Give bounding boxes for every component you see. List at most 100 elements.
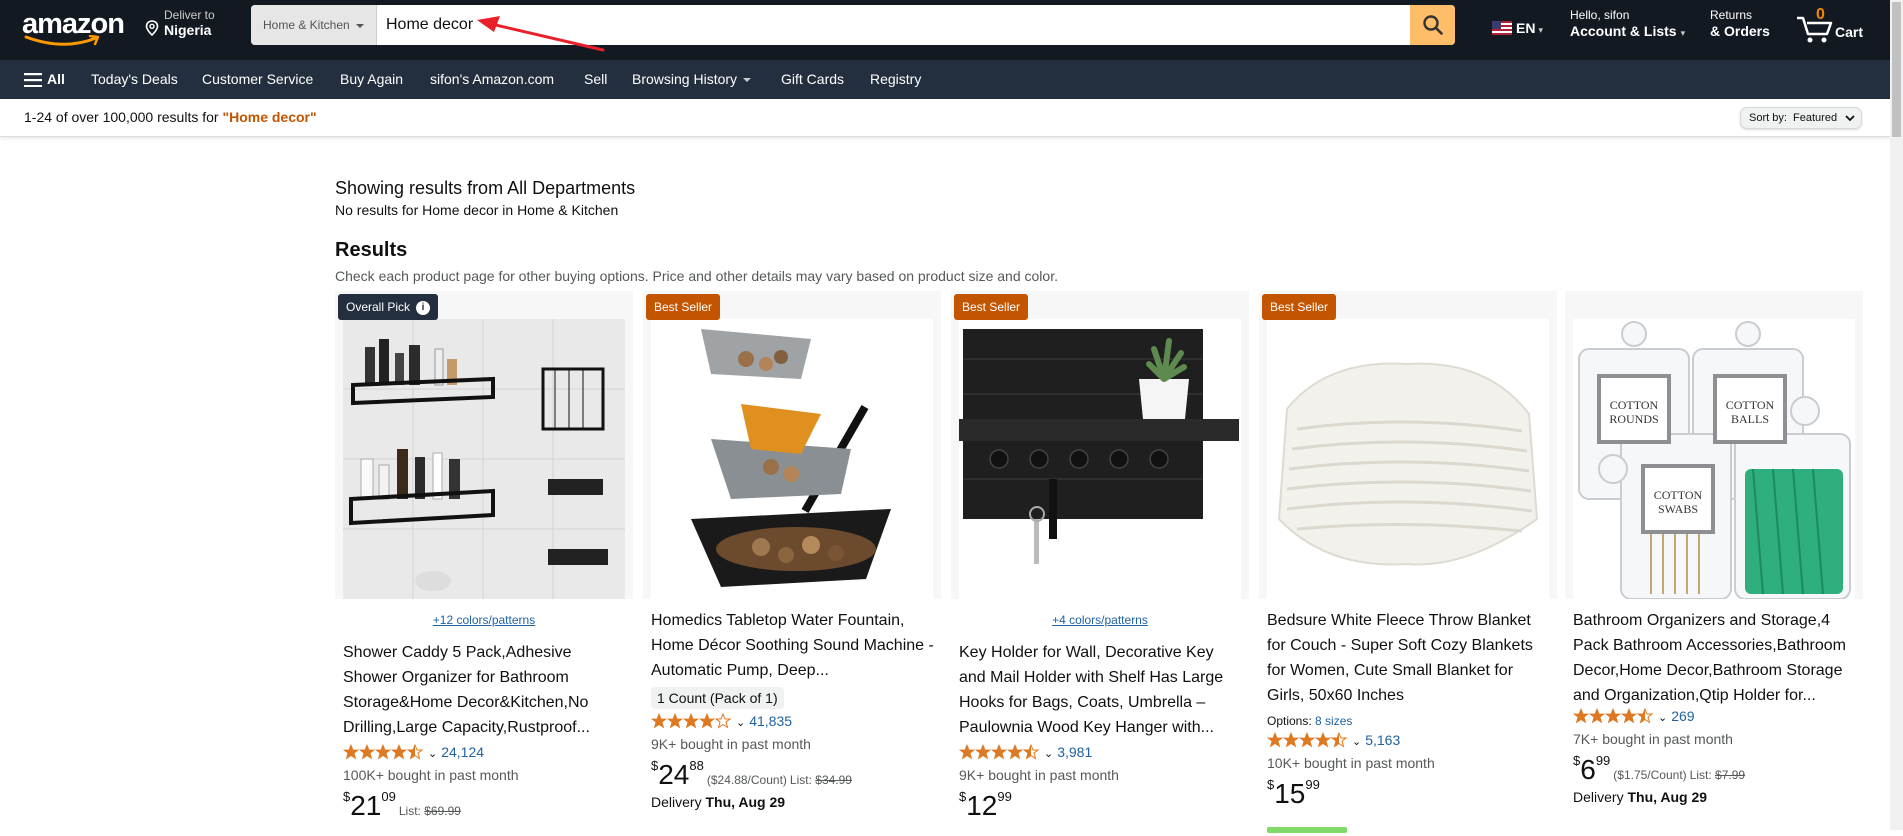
amazon-logo[interactable]: amazon (20, 8, 125, 48)
search-icon (1422, 15, 1443, 35)
nav-sell[interactable]: Sell (584, 60, 607, 99)
price-whole: 15 (1274, 778, 1306, 809)
all-menu-label: All (47, 71, 65, 87)
results-heading: Results (335, 239, 408, 261)
nav-todays-deals[interactable]: Today's Deals (91, 60, 178, 99)
nav-browsing-history[interactable]: Browsing History (632, 60, 752, 99)
all-menu-button[interactable]: All (24, 60, 65, 99)
product-title-link[interactable]: Bathroom Organizers and Storage,4 Pack B… (1573, 608, 1857, 708)
badge-label: Overall Pick (346, 300, 411, 314)
star-rating-icon[interactable] (1573, 708, 1657, 724)
product-image-area[interactable]: Best Seller (1259, 291, 1557, 599)
list-price: List: $34.99 (790, 773, 852, 787)
chevron-down-icon[interactable]: ⌄ (1352, 736, 1361, 748)
cart-label: Cart (1835, 24, 1864, 40)
pack-size-option[interactable]: 1 Count (Pack of 1) (651, 687, 784, 709)
sizes-link[interactable]: 8 sizes (1315, 714, 1352, 728)
smile-icon (24, 35, 100, 46)
star-rating-icon[interactable] (1267, 732, 1351, 748)
chevron-down-icon[interactable]: ⌄ (1658, 712, 1667, 724)
price-fraction: 88 (689, 758, 704, 773)
rating-count-link[interactable]: 41,835 (749, 713, 792, 729)
nav-sifons-amazon[interactable]: sifon's Amazon.com (430, 60, 554, 99)
product-price: $2488($24.88/Count) List: $34.99 (651, 758, 935, 792)
best-seller-badge[interactable]: Best Seller (954, 294, 1029, 320)
list-label: List: (398, 804, 421, 818)
deal-badge (1267, 827, 1347, 833)
deliver-label: Deliver to (164, 8, 215, 22)
product-title-link[interactable]: Homedics Tabletop Water Fountain, Home D… (651, 608, 935, 683)
product-rating: ⌄ 269 (1573, 708, 1857, 730)
rating-count-link[interactable]: 5,163 (1365, 732, 1400, 748)
product-details: Bathroom Organizers and Storage,4 Pack B… (1573, 608, 1857, 805)
sort-by-value: Featured (1793, 112, 1838, 124)
product-title-link[interactable]: Bedsure White Fleece Throw Blanket for C… (1267, 608, 1551, 708)
bought-count: 7K+ bought in past month (1573, 731, 1733, 747)
chevron-down-icon[interactable]: ⌄ (1044, 748, 1053, 760)
info-icon[interactable]: i (416, 301, 431, 315)
results-count: 1-24 of over 100,000 results for "Home d… (24, 109, 317, 125)
page-scrollbar[interactable] (1890, 0, 1903, 830)
search-button[interactable] (1410, 5, 1455, 45)
delivery-date: Thu, Aug 29 (1627, 789, 1708, 805)
returns-orders-link[interactable]: Returns & Orders (1710, 8, 1770, 39)
product-title-link[interactable]: Key Holder for Wall, Decorative Key and … (959, 640, 1243, 740)
cart-button[interactable]: 0 Cart (1795, 6, 1885, 50)
results-count-text: 1-24 of over 100,000 results for (24, 109, 223, 125)
product-details: Bedsure White Fleece Throw Blanket for C… (1267, 608, 1551, 811)
product-rating: ⌄ 3,981 (959, 744, 1243, 766)
chevron-down-icon[interactable]: ⌄ (736, 717, 745, 729)
bathroom-jars-image[interactable]: COTTON ROUNDS COTTON BALLS COTTON SWABS (1573, 319, 1855, 599)
price-whole: 12 (966, 790, 998, 821)
product-title-link[interactable]: Shower Caddy 5 Pack,Adhesive Shower Orga… (343, 640, 627, 740)
star-rating-icon[interactable] (959, 744, 1043, 760)
product-image-area[interactable]: Overall Pick i (335, 291, 633, 599)
nav-registry[interactable]: Registry (870, 60, 921, 99)
product-options: Options: 8 sizes (1267, 714, 1551, 728)
search-department-label: Home & Kitchen (263, 18, 350, 32)
water-fountain-image[interactable] (651, 319, 933, 599)
product-card: Best Seller Bedsure White Fleece Throw B… (1259, 291, 1557, 836)
orders-label: & Orders (1710, 23, 1770, 39)
list-label: List: (1689, 768, 1712, 782)
product-image-area[interactable]: COTTON ROUNDS COTTON BALLS COTTON SWABS (1565, 291, 1863, 599)
price-whole: 21 (350, 790, 382, 821)
overall-pick-badge[interactable]: Overall Pick i (338, 294, 439, 320)
list-price-value: $7.99 (1715, 768, 1746, 782)
nav-customer-service[interactable]: Customer Service (202, 60, 313, 99)
account-menu[interactable]: Hello, sifon Account & Lists ▾ (1570, 8, 1685, 39)
price-whole: 6 (1580, 754, 1596, 785)
price-whole: 24 (658, 759, 690, 790)
rating-count-link[interactable]: 24,124 (441, 744, 484, 760)
scrollbar-thumb[interactable] (1892, 2, 1901, 137)
color-options-link[interactable]: +12 colors/patterns (335, 613, 633, 627)
list-price-value: $69.99 (424, 804, 461, 818)
sort-by-dropdown[interactable]: Sort by: Featured (1740, 107, 1863, 129)
product-image-area[interactable]: Best Seller (643, 291, 941, 599)
jar-label-cotton-balls: COTTON BALLS (1726, 398, 1775, 426)
language-selector[interactable]: EN ▾ (1492, 20, 1543, 36)
shower-caddy-image[interactable] (343, 319, 625, 599)
product-image-area[interactable]: Best Seller (951, 291, 1249, 599)
rating-count-link[interactable]: 269 (1671, 708, 1694, 724)
key-holder-image[interactable] (959, 319, 1241, 599)
product-price: $699($1.75/Count) List: $7.99 (1573, 753, 1857, 787)
unit-price: ($1.75/Count) (1613, 768, 1687, 782)
account-greeting: Hello, sifon (1570, 8, 1630, 22)
chevron-down-icon[interactable]: ⌄ (428, 748, 437, 760)
delivery-info: Delivery Thu, Aug 29 (651, 794, 935, 810)
search-department-select[interactable]: Home & Kitchen (251, 5, 377, 45)
nav-gift-cards[interactable]: Gift Cards (781, 60, 844, 99)
nav-buy-again[interactable]: Buy Again (340, 60, 403, 99)
best-seller-badge[interactable]: Best Seller (1262, 294, 1337, 320)
best-seller-badge[interactable]: Best Seller (646, 294, 721, 320)
bought-count: 100K+ bought in past month (343, 767, 519, 783)
color-options-link[interactable]: +4 colors/patterns (951, 613, 1249, 627)
caret-down-icon (355, 23, 364, 28)
fleece-blanket-image[interactable] (1267, 319, 1549, 599)
list-price: List: $7.99 (1690, 768, 1745, 782)
star-rating-icon[interactable] (343, 744, 427, 760)
no-results-note: No results for Home decor in Home & Kitc… (335, 202, 619, 218)
star-rating-icon[interactable] (651, 713, 735, 729)
rating-count-link[interactable]: 3,981 (1057, 744, 1092, 760)
